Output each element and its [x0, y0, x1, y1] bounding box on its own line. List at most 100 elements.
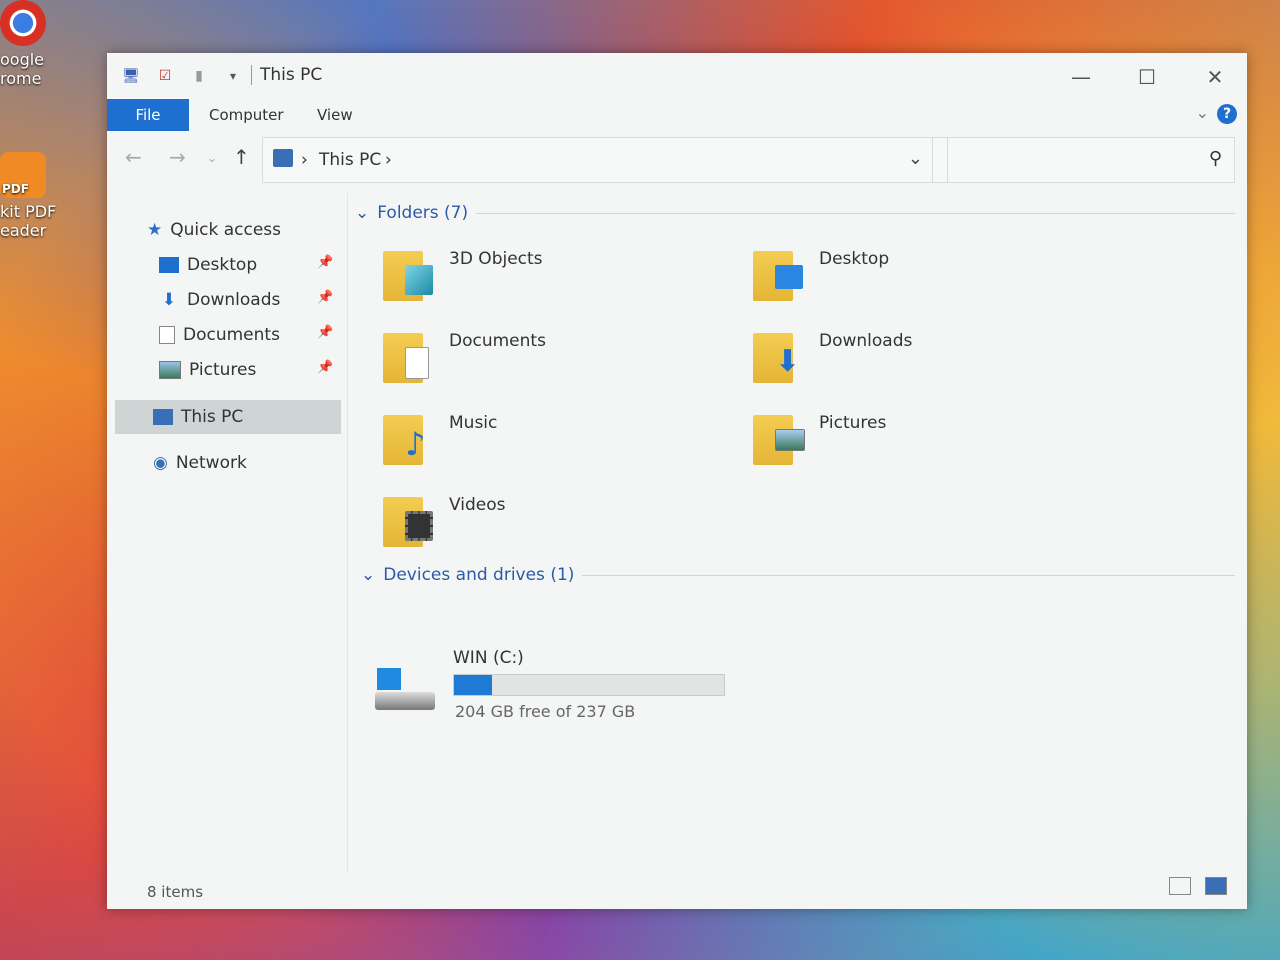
- 3d-objects-icon: [381, 241, 435, 303]
- nav-pictures[interactable]: Pictures: [159, 355, 256, 385]
- windows-drive-icon: [375, 668, 435, 714]
- desktop-icon-label: oogle: [0, 50, 45, 69]
- title-bar: 🖥 ☑ ▮ ▾ This PC — ☐ ✕: [107, 53, 1247, 99]
- folder-label: Pictures: [819, 413, 887, 433]
- address-dropdown-icon[interactable]: ⌄: [908, 148, 923, 169]
- pictures-folder-icon: [751, 405, 805, 467]
- address-bar[interactable]: › This PC › ⌄: [262, 137, 934, 183]
- documents-icon: [159, 326, 175, 344]
- folder-desktop[interactable]: Desktop: [751, 241, 1111, 321]
- desktop-folder-icon: [751, 241, 805, 303]
- folders-group-header[interactable]: ⌄ Folders (7): [355, 203, 1235, 223]
- pin-icon[interactable]: 📌: [317, 255, 333, 270]
- chrome-icon: [0, 0, 46, 46]
- downloads-folder-icon: ⬇: [751, 323, 805, 385]
- pin-icon[interactable]: 📌: [317, 360, 333, 375]
- network-icon: ◉: [153, 453, 168, 473]
- breadcrumb-this-pc[interactable]: This PC: [319, 150, 381, 170]
- content-pane: ⌄ Folders (7) 3D Objects Desktop Documen…: [355, 193, 1237, 873]
- details-view-icon[interactable]: [1169, 877, 1191, 895]
- file-explorer-window: 🖥 ☑ ▮ ▾ This PC — ☐ ✕ File Computer View…: [107, 53, 1247, 909]
- view-switcher: [1169, 877, 1227, 895]
- folder-downloads[interactable]: ⬇ Downloads: [751, 323, 1111, 403]
- expand-ribbon-icon[interactable]: ⌄: [1196, 103, 1209, 122]
- desktop-chrome-shortcut[interactable]: oogle rome: [0, 0, 46, 88]
- desktop-icon-label: kit PDF: [0, 202, 57, 221]
- nav-quick-access[interactable]: ★ Quick access: [147, 215, 281, 245]
- nav-label: Pictures: [189, 360, 257, 380]
- group-title: Devices and drives (1): [383, 565, 575, 585]
- folder-label: Documents: [449, 331, 546, 351]
- search-input[interactable]: [956, 146, 1190, 174]
- foxit-pdf-icon: PDF: [0, 152, 46, 198]
- documents-folder-icon: [381, 323, 435, 385]
- close-button[interactable]: ✕: [1183, 59, 1247, 95]
- music-folder-icon: ♪: [381, 405, 435, 467]
- nav-label: This PC: [181, 407, 244, 427]
- folder-label: Music: [449, 413, 498, 433]
- navigation-pane: ★ Quick access Desktop 📌 ⬇ Downloads 📌 D…: [107, 193, 348, 873]
- tab-view[interactable]: View: [317, 99, 353, 131]
- group-title: Folders (7): [377, 203, 469, 223]
- nav-label: Downloads: [187, 290, 281, 310]
- this-pc-icon[interactable]: 🖥: [121, 66, 141, 86]
- customize-toolbar-icon[interactable]: ▾: [223, 66, 243, 86]
- forward-arrow-icon[interactable]: →: [169, 145, 186, 169]
- nav-network[interactable]: ◉ Network: [153, 448, 247, 478]
- ribbon-tabs: File Computer View ⌄ ?: [107, 99, 1247, 131]
- nav-this-pc[interactable]: This PC: [153, 402, 243, 432]
- desktop-foxit-shortcut[interactable]: PDF kit PDF eader: [0, 152, 56, 240]
- back-arrow-icon[interactable]: ←: [125, 145, 142, 169]
- nav-documents[interactable]: Documents: [159, 320, 280, 350]
- up-arrow-icon[interactable]: ↑: [233, 145, 250, 169]
- nav-downloads[interactable]: ⬇ Downloads: [159, 285, 280, 315]
- pin-icon[interactable]: 📌: [317, 290, 333, 305]
- nav-label: Quick access: [170, 220, 282, 240]
- folder-music[interactable]: ♪ Music: [381, 405, 741, 485]
- navigation-bar: ← → ⌄ ↑ › This PC › ⌄ ↻ ⚲: [107, 133, 1247, 185]
- desktop-icon-label: rome: [0, 69, 42, 88]
- folder-3d-objects[interactable]: 3D Objects: [381, 241, 741, 321]
- chevron-down-icon: ⌄: [361, 565, 376, 585]
- pictures-icon: [159, 361, 181, 379]
- drive-win-c[interactable]: WIN (C:) 204 GB free of 237 GB: [375, 648, 735, 738]
- breadcrumb-separator[interactable]: ›: [301, 150, 308, 170]
- folder-documents[interactable]: Documents: [381, 323, 741, 403]
- maximize-button[interactable]: ☐: [1115, 59, 1179, 95]
- help-button[interactable]: ?: [1217, 104, 1237, 124]
- drives-group-header[interactable]: ⌄ Devices and drives (1): [361, 565, 1235, 585]
- this-pc-icon: [273, 149, 293, 167]
- properties-icon[interactable]: ☑: [155, 66, 175, 86]
- quick-access-toolbar: 🖥 ☑ ▮ ▾: [121, 66, 243, 86]
- tab-file[interactable]: File: [107, 99, 189, 131]
- window-title: This PC: [251, 65, 322, 85]
- minimize-button[interactable]: —: [1049, 59, 1113, 95]
- this-pc-icon: [153, 409, 173, 425]
- star-icon: ★: [147, 220, 163, 240]
- nav-label: Documents: [183, 325, 280, 345]
- tab-computer[interactable]: Computer: [209, 99, 284, 131]
- folder-label: 3D Objects: [449, 249, 543, 269]
- pin-icon[interactable]: 📌: [317, 325, 333, 340]
- downloads-icon: ⬇: [161, 290, 177, 310]
- nav-label: Desktop: [187, 255, 258, 275]
- pdf-badge: PDF: [2, 182, 29, 196]
- folder-videos[interactable]: Videos: [381, 487, 741, 567]
- breadcrumb-separator[interactable]: ›: [385, 150, 392, 170]
- folder-label: Videos: [449, 495, 506, 515]
- search-box[interactable]: ⚲: [947, 137, 1235, 183]
- search-icon: ⚲: [1208, 148, 1222, 169]
- large-icons-view-icon[interactable]: [1205, 877, 1227, 895]
- chevron-down-icon: ⌄: [355, 203, 370, 223]
- drive-free-space: 204 GB free of 237 GB: [455, 702, 636, 721]
- new-folder-icon[interactable]: ▮: [189, 66, 209, 86]
- desktop-icon: [159, 257, 179, 273]
- status-item-count: 8 items: [147, 883, 204, 901]
- drive-label: WIN (C:): [453, 648, 524, 668]
- folder-label: Desktop: [819, 249, 890, 269]
- videos-folder-icon: [381, 487, 435, 549]
- recent-locations-icon[interactable]: ⌄: [207, 151, 217, 165]
- desktop-icon-label: eader: [0, 221, 47, 240]
- folder-pictures[interactable]: Pictures: [751, 405, 1111, 485]
- nav-desktop[interactable]: Desktop: [159, 250, 257, 280]
